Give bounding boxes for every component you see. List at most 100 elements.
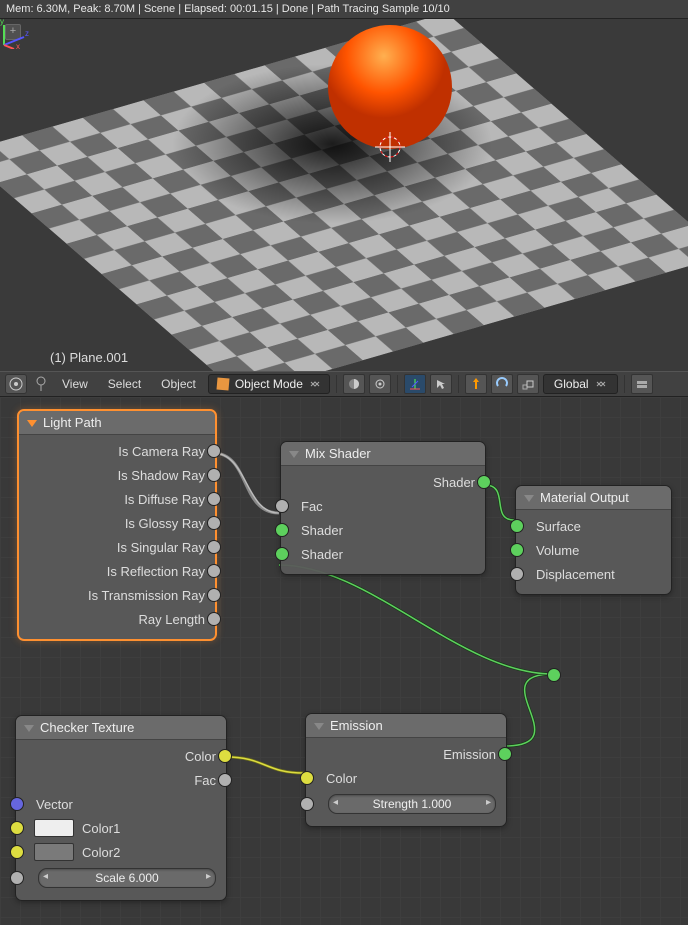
translate-icon[interactable] [465, 374, 487, 394]
color-swatch[interactable] [34, 843, 74, 861]
output-label: Shader [429, 475, 479, 490]
svg-text:x: x [16, 42, 20, 49]
socket-output[interactable] [498, 747, 512, 761]
socket-input[interactable] [10, 797, 24, 811]
reroute-socket[interactable] [547, 668, 561, 682]
socket-output[interactable] [207, 492, 221, 506]
node-header[interactable]: Mix Shader [281, 442, 485, 466]
rotate-icon[interactable] [491, 374, 513, 394]
svg-text:z: z [25, 29, 29, 38]
output-label: Ray Length [135, 612, 210, 627]
node-light-path[interactable]: Light Path Is Camera Ray Is Shadow Ray I… [17, 409, 217, 641]
node-title: Material Output [540, 490, 629, 505]
node-header[interactable]: Checker Texture [16, 716, 226, 740]
dropdown-icon [309, 378, 321, 390]
orientation-label: Global [554, 377, 589, 391]
socket-input[interactable] [300, 797, 314, 811]
socket-input[interactable] [10, 821, 24, 835]
viewport-header: View Select Object Object Mode Global [0, 371, 688, 397]
node-title: Checker Texture [40, 720, 134, 735]
input-label: Color1 [78, 821, 124, 836]
status-bar: Mem: 6.30M, Peak: 8.70M | Scene | Elapse… [0, 0, 688, 19]
socket-output[interactable] [477, 475, 491, 489]
input-label: Surface [532, 519, 585, 534]
socket-input[interactable] [10, 871, 24, 885]
output-label: Is Glossy Ray [121, 516, 209, 531]
socket-output[interactable] [207, 612, 221, 626]
scale-field[interactable]: Scale 6.000 [38, 868, 216, 888]
input-label: Color [322, 771, 361, 786]
socket-output[interactable] [218, 773, 232, 787]
socket-output[interactable] [207, 540, 221, 554]
input-label: Displacement [532, 567, 619, 582]
input-label: Volume [532, 543, 583, 558]
collapse-icon [314, 723, 324, 730]
object-menu[interactable]: Object [153, 374, 204, 394]
axis-gizmo: y z x [0, 19, 30, 49]
output-label: Emission [439, 747, 500, 762]
node-title: Emission [330, 718, 383, 733]
shading-icon[interactable] [343, 374, 365, 394]
node-checker-texture[interactable]: Checker Texture Color Fac Vector Color1 … [15, 715, 227, 901]
socket-input[interactable] [510, 519, 524, 533]
manipulator-icon[interactable] [404, 374, 426, 394]
socket-input[interactable] [510, 567, 524, 581]
node-title: Light Path [43, 415, 102, 430]
active-object-label: (1) Plane.001 [50, 350, 128, 365]
collapse-icon [524, 495, 534, 502]
input-label: Color2 [78, 845, 124, 860]
collapse-icon [289, 451, 299, 458]
output-label: Is Transmission Ray [84, 588, 209, 603]
color-swatch[interactable] [34, 819, 74, 837]
node-header[interactable]: Light Path [19, 411, 215, 435]
node-mix-shader[interactable]: Mix Shader Shader Fac Shader Shader [280, 441, 486, 575]
render-preview [0, 19, 688, 371]
mode-selector[interactable]: Object Mode [208, 374, 330, 394]
socket-output[interactable] [207, 444, 221, 458]
pin-icon[interactable] [33, 375, 49, 393]
socket-input[interactable] [275, 547, 289, 561]
node-emission[interactable]: Emission Emission Color Strength 1.000 [305, 713, 507, 827]
mode-label: Object Mode [235, 377, 303, 391]
socket-output[interactable] [207, 588, 221, 602]
node-material-output[interactable]: Material Output Surface Volume Displacem… [515, 485, 672, 595]
svg-text:y: y [0, 19, 4, 26]
socket-output[interactable] [207, 516, 221, 530]
input-label: Shader [297, 523, 347, 538]
socket-input[interactable] [10, 845, 24, 859]
strength-field[interactable]: Strength 1.000 [328, 794, 496, 814]
dropdown-icon [595, 378, 607, 390]
editor-type-icon[interactable] [5, 374, 27, 394]
select-menu[interactable]: Select [100, 374, 149, 394]
socket-input[interactable] [275, 499, 289, 513]
output-label: Is Shadow Ray [114, 468, 209, 483]
socket-output[interactable] [218, 749, 232, 763]
collapse-icon [24, 725, 34, 732]
output-label: Fac [190, 773, 220, 788]
socket-output[interactable] [207, 564, 221, 578]
socket-input[interactable] [275, 523, 289, 537]
output-label: Is Reflection Ray [103, 564, 209, 579]
socket-input[interactable] [510, 543, 524, 557]
input-label: Vector [32, 797, 77, 812]
output-label: Is Singular Ray [113, 540, 209, 555]
output-label: Color [181, 749, 220, 764]
collapse-icon [27, 420, 37, 427]
cube-icon [216, 377, 229, 390]
node-header[interactable]: Material Output [516, 486, 671, 510]
orientation-selector[interactable]: Global [543, 374, 618, 394]
layers-icon[interactable] [631, 374, 653, 394]
scale-icon[interactable] [517, 374, 539, 394]
socket-output[interactable] [207, 468, 221, 482]
input-label: Fac [297, 499, 327, 514]
cursor-icon[interactable] [430, 374, 452, 394]
viewport-3d[interactable]: + [0, 19, 688, 371]
view-menu[interactable]: View [54, 374, 96, 394]
output-label: Is Camera Ray [114, 444, 209, 459]
node-header[interactable]: Emission [306, 714, 506, 738]
node-editor[interactable]: Light Path Is Camera Ray Is Shadow Ray I… [0, 397, 688, 925]
node-title: Mix Shader [305, 446, 371, 461]
pivot-icon[interactable] [369, 374, 391, 394]
input-label: Shader [297, 547, 347, 562]
socket-input[interactable] [300, 771, 314, 785]
